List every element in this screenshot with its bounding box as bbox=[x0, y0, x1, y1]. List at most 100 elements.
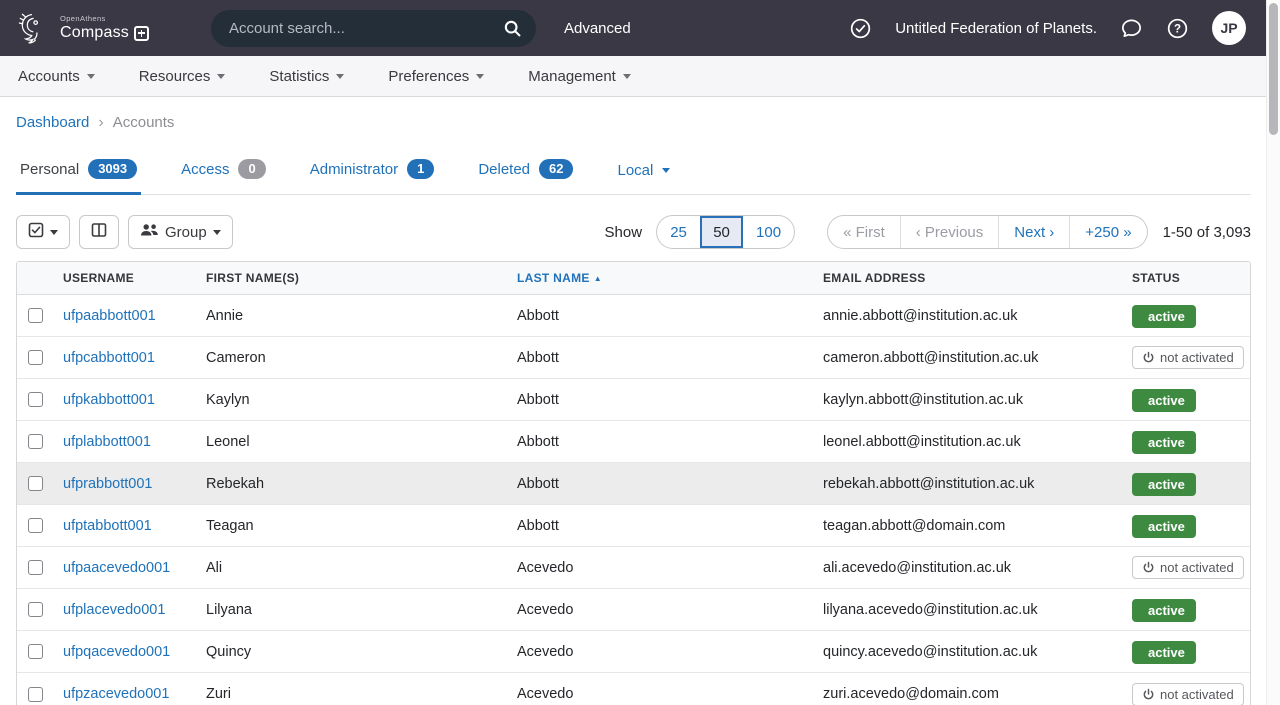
status-badge: not activated bbox=[1132, 346, 1244, 369]
nav-management[interactable]: Management bbox=[528, 68, 631, 85]
show-label: Show bbox=[605, 224, 643, 241]
table-toolbar: Group Show 25 50 100 « First ‹ Previous … bbox=[16, 215, 1251, 249]
column-header-status[interactable]: STATUS bbox=[1132, 271, 1250, 285]
organisation-name: Untitled Federation of Planets. bbox=[895, 20, 1097, 37]
nav-statistics[interactable]: Statistics bbox=[269, 68, 344, 85]
breadcrumb-current: Accounts bbox=[113, 114, 175, 131]
username-link[interactable]: ufpaacevedo001 bbox=[63, 560, 170, 576]
vertical-scrollbar[interactable] bbox=[1266, 0, 1280, 705]
tab-personal[interactable]: Personal 3093 bbox=[16, 159, 141, 195]
column-header-username[interactable]: USERNAME bbox=[63, 271, 206, 285]
email-cell: leonel.abbott@institution.ac.uk bbox=[823, 434, 1132, 450]
last-name-cell: Abbott bbox=[517, 434, 823, 450]
username-link[interactable]: ufpkabbott001 bbox=[63, 392, 155, 408]
tab-administrator[interactable]: Administrator 1 bbox=[306, 159, 439, 195]
row-checkbox[interactable] bbox=[28, 644, 43, 659]
username-link[interactable]: ufprabbott001 bbox=[63, 476, 153, 492]
breadcrumb-dashboard-link[interactable]: Dashboard bbox=[16, 114, 89, 131]
username-link[interactable]: ufpcabbott001 bbox=[63, 350, 155, 366]
username-link[interactable]: ufpzacevedo001 bbox=[63, 686, 169, 702]
advanced-search-link[interactable]: Advanced bbox=[564, 20, 631, 37]
row-checkbox[interactable] bbox=[28, 518, 43, 533]
table-row[interactable]: ufpaabbott001 Annie Abbott annie.abbott@… bbox=[17, 295, 1250, 337]
last-name-cell: Abbott bbox=[517, 350, 823, 366]
row-checkbox[interactable] bbox=[28, 392, 43, 407]
chevron-right-icon: › bbox=[98, 115, 103, 131]
top-header: OpenAthens Compass Advanced bbox=[0, 0, 1266, 56]
table-row[interactable]: ufpzacevedo001 Zuri Acevedo zuri.acevedo… bbox=[17, 673, 1250, 705]
row-checkbox[interactable] bbox=[28, 560, 43, 575]
columns-icon bbox=[91, 222, 107, 242]
nav-preferences[interactable]: Preferences bbox=[388, 68, 484, 85]
table-row[interactable]: ufplacevedo001 Lilyana Acevedo lilyana.a… bbox=[17, 589, 1250, 631]
status-badge: active bbox=[1132, 599, 1196, 622]
column-header-email[interactable]: EMAIL ADDRESS bbox=[823, 271, 1132, 285]
count-badge: 3093 bbox=[88, 159, 137, 179]
page-size-100[interactable]: 100 bbox=[743, 216, 794, 248]
table-row[interactable]: ufpkabbott001 Kaylyn Abbott kaylyn.abbot… bbox=[17, 379, 1250, 421]
row-checkbox[interactable] bbox=[28, 687, 43, 702]
nav-accounts[interactable]: Accounts bbox=[18, 68, 95, 85]
username-link[interactable]: ufplacevedo001 bbox=[63, 602, 165, 618]
email-cell: teagan.abbott@domain.com bbox=[823, 518, 1132, 534]
row-checkbox[interactable] bbox=[28, 434, 43, 449]
user-avatar[interactable]: JP bbox=[1212, 11, 1246, 45]
tab-access[interactable]: Access 0 bbox=[177, 159, 270, 195]
table-row[interactable]: ufpcabbott001 Cameron Abbott cameron.abb… bbox=[17, 337, 1250, 379]
tab-deleted[interactable]: Deleted 62 bbox=[474, 159, 577, 195]
search-icon[interactable] bbox=[503, 19, 522, 38]
username-link[interactable]: ufplabbott001 bbox=[63, 434, 151, 450]
column-header-last-name[interactable]: LAST NAME▲ bbox=[517, 271, 823, 285]
status-badge: active bbox=[1132, 305, 1196, 328]
count-badge: 62 bbox=[539, 159, 573, 179]
username-link[interactable]: ufptabbott001 bbox=[63, 518, 152, 534]
row-checkbox[interactable] bbox=[28, 350, 43, 365]
first-name-cell: Annie bbox=[206, 308, 517, 324]
group-button[interactable]: Group bbox=[128, 215, 233, 249]
table-row[interactable]: ufprabbott001 Rebekah Abbott rebekah.abb… bbox=[17, 463, 1250, 505]
accounts-table: USERNAME FIRST NAME(S) LAST NAME▲ EMAIL … bbox=[16, 261, 1251, 705]
row-checkbox[interactable] bbox=[28, 476, 43, 491]
column-header-first-name[interactable]: FIRST NAME(S) bbox=[206, 271, 517, 285]
table-row[interactable]: ufpaacevedo001 Ali Acevedo ali.acevedo@i… bbox=[17, 547, 1250, 589]
last-name-cell: Abbott bbox=[517, 308, 823, 324]
chevron-down-icon bbox=[662, 168, 670, 177]
nav-resources[interactable]: Resources bbox=[139, 68, 226, 85]
first-name-cell: Lilyana bbox=[206, 602, 517, 618]
first-name-cell: Ali bbox=[206, 560, 517, 576]
table-body: ufpaabbott001 Annie Abbott annie.abbott@… bbox=[17, 295, 1250, 705]
previous-page-button[interactable]: ‹ Previous bbox=[900, 216, 999, 248]
checkbox-check-icon bbox=[28, 222, 44, 242]
account-search-box[interactable] bbox=[211, 10, 536, 47]
table-row[interactable]: ufpqacevedo001 Quincy Acevedo quincy.ace… bbox=[17, 631, 1250, 673]
chevron-down-icon bbox=[623, 74, 631, 83]
row-checkbox[interactable] bbox=[28, 602, 43, 617]
first-page-button[interactable]: « First bbox=[828, 216, 900, 248]
row-checkbox[interactable] bbox=[28, 308, 43, 323]
system-status-check-icon[interactable] bbox=[849, 17, 872, 40]
jump-250-button[interactable]: +250 » bbox=[1069, 216, 1146, 248]
last-name-cell: Acevedo bbox=[517, 602, 823, 618]
username-link[interactable]: ufpaabbott001 bbox=[63, 308, 156, 324]
username-link[interactable]: ufpqacevedo001 bbox=[63, 644, 170, 660]
table-row[interactable]: ufptabbott001 Teagan Abbott teagan.abbot… bbox=[17, 505, 1250, 547]
page-size-group: 25 50 100 bbox=[656, 215, 795, 249]
page-size-25[interactable]: 25 bbox=[657, 216, 700, 248]
messages-icon[interactable] bbox=[1120, 17, 1143, 40]
select-all-button[interactable] bbox=[16, 215, 70, 249]
page-size-50[interactable]: 50 bbox=[700, 216, 743, 248]
account-search-input[interactable] bbox=[229, 20, 503, 37]
table-row[interactable]: ufplabbott001 Leonel Abbott leonel.abbot… bbox=[17, 421, 1250, 463]
svg-text:?: ? bbox=[1174, 23, 1181, 35]
openathens-compass-logo[interactable]: OpenAthens Compass bbox=[14, 8, 149, 48]
next-page-button[interactable]: Next › bbox=[998, 216, 1069, 248]
people-icon bbox=[140, 223, 159, 241]
chevron-down-icon bbox=[476, 74, 484, 83]
scrollbar-thumb[interactable] bbox=[1269, 3, 1278, 135]
help-icon[interactable]: ? bbox=[1166, 17, 1189, 40]
columns-button[interactable] bbox=[79, 215, 119, 249]
first-name-cell: Cameron bbox=[206, 350, 517, 366]
last-name-cell: Acevedo bbox=[517, 644, 823, 660]
tab-local[interactable]: Local bbox=[613, 162, 674, 195]
plus-badge-icon bbox=[134, 26, 149, 41]
